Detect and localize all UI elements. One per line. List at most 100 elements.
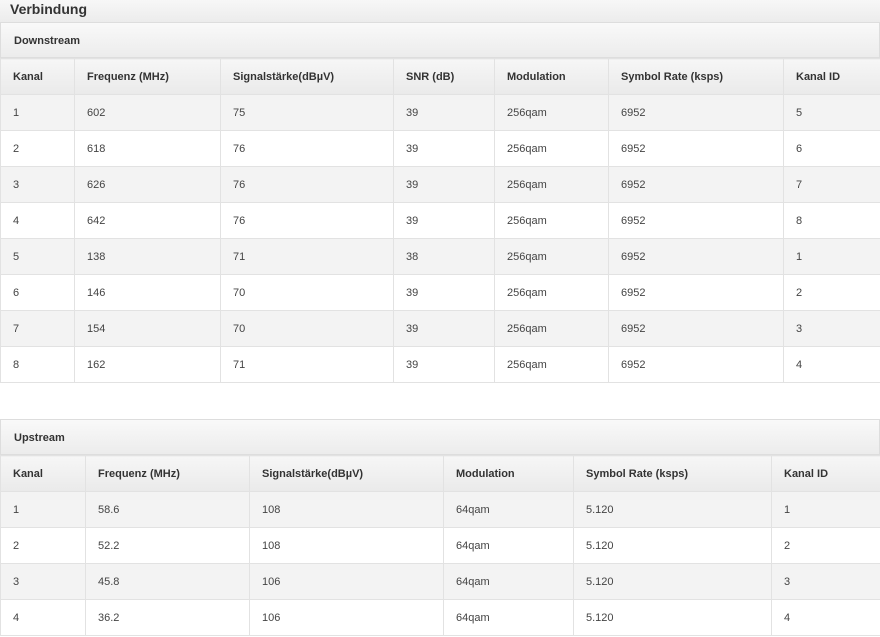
table-cell: 162 <box>74 346 221 383</box>
column-header: Frequenz (MHz) <box>74 58 221 95</box>
table-cell: 5.120 <box>573 527 772 564</box>
upstream-section: Upstream Kanal Frequenz (MHz) Signalstär… <box>0 419 880 636</box>
table-row: 5 138 71 38 256qam 6952 1 <box>0 238 880 275</box>
table-cell: 7 <box>783 166 880 203</box>
table-cell: 1 <box>783 238 880 275</box>
table-cell: 3 <box>783 310 880 347</box>
table-cell: 6952 <box>608 202 784 239</box>
table-cell: 5.120 <box>573 563 772 600</box>
table-cell: 602 <box>74 94 221 131</box>
table-cell: 5 <box>783 94 880 131</box>
column-header: Symbol Rate (ksps) <box>573 455 772 492</box>
table-cell: 39 <box>393 202 495 239</box>
column-header: Frequenz (MHz) <box>85 455 250 492</box>
table-cell: 6 <box>783 130 880 167</box>
table-cell: 138 <box>74 238 221 275</box>
table-cell: 106 <box>249 599 444 636</box>
table-cell: 256qam <box>494 166 609 203</box>
table-row: 2 618 76 39 256qam 6952 6 <box>0 130 880 167</box>
table-cell: 4 <box>0 202 75 239</box>
table-cell: 64qam <box>443 491 574 528</box>
column-header: Modulation <box>443 455 574 492</box>
table-cell: 642 <box>74 202 221 239</box>
table-cell: 64qam <box>443 527 574 564</box>
table-cell: 106 <box>249 563 444 600</box>
table-cell: 154 <box>74 310 221 347</box>
table-cell: 3 <box>771 563 880 600</box>
table-cell: 75 <box>220 94 394 131</box>
upstream-section-title: Upstream <box>0 419 880 455</box>
page-title: Verbindung <box>10 1 87 17</box>
table-cell: 256qam <box>494 346 609 383</box>
table-cell: 7 <box>0 310 75 347</box>
table-row: 3 45.8 106 64qam 5.120 3 <box>0 563 880 600</box>
table-cell: 6 <box>0 274 75 311</box>
table-cell: 6952 <box>608 310 784 347</box>
upstream-table: Kanal Frequenz (MHz) Signalstärke(dBµV) … <box>0 455 880 636</box>
column-header: Kanal <box>0 455 86 492</box>
table-cell: 8 <box>0 346 75 383</box>
table-cell: 58.6 <box>85 491 250 528</box>
column-header: Modulation <box>494 58 609 95</box>
column-header: Symbol Rate (ksps) <box>608 58 784 95</box>
table-cell: 2 <box>0 130 75 167</box>
table-cell: 108 <box>249 491 444 528</box>
table-cell: 76 <box>220 130 394 167</box>
table-cell: 6952 <box>608 130 784 167</box>
downstream-table: Kanal Frequenz (MHz) Signalstärke(dBµV) … <box>0 58 880 383</box>
table-row: 1 602 75 39 256qam 6952 5 <box>0 94 880 131</box>
table-cell: 39 <box>393 166 495 203</box>
table-cell: 256qam <box>494 130 609 167</box>
table-cell: 39 <box>393 346 495 383</box>
table-cell: 256qam <box>494 274 609 311</box>
column-header: Signalstärke(dBµV) <box>220 58 394 95</box>
column-header: Kanal ID <box>783 58 880 95</box>
downstream-section: Downstream Kanal Frequenz (MHz) Signalst… <box>0 22 880 383</box>
table-cell: 3 <box>0 563 86 600</box>
table-cell: 6952 <box>608 94 784 131</box>
table-cell: 39 <box>393 310 495 347</box>
table-cell: 76 <box>220 202 394 239</box>
table-cell: 4 <box>771 599 880 636</box>
table-cell: 5 <box>0 238 75 275</box>
table-row: 7 154 70 39 256qam 6952 3 <box>0 310 880 347</box>
column-header: SNR (dB) <box>393 58 495 95</box>
table-cell: 8 <box>783 202 880 239</box>
table-cell: 5.120 <box>573 599 772 636</box>
table-cell: 2 <box>0 527 86 564</box>
table-row: 2 52.2 108 64qam 5.120 2 <box>0 527 880 564</box>
table-row: 4 642 76 39 256qam 6952 8 <box>0 202 880 239</box>
table-cell: 146 <box>74 274 221 311</box>
table-cell: 2 <box>783 274 880 311</box>
upstream-header-row: Kanal Frequenz (MHz) Signalstärke(dBµV) … <box>0 455 880 492</box>
table-cell: 70 <box>220 310 394 347</box>
table-cell: 52.2 <box>85 527 250 564</box>
table-cell: 39 <box>393 130 495 167</box>
table-cell: 6952 <box>608 238 784 275</box>
table-cell: 626 <box>74 166 221 203</box>
column-header: Kanal ID <box>771 455 880 492</box>
table-cell: 39 <box>393 94 495 131</box>
page-header: Verbindung <box>0 0 880 23</box>
table-cell: 256qam <box>494 310 609 347</box>
table-cell: 1 <box>0 94 75 131</box>
table-row: 4 36.2 106 64qam 5.120 4 <box>0 599 880 636</box>
table-row: 3 626 76 39 256qam 6952 7 <box>0 166 880 203</box>
table-cell: 1 <box>771 491 880 528</box>
column-header: Signalstärke(dBµV) <box>249 455 444 492</box>
table-cell: 6952 <box>608 346 784 383</box>
table-cell: 71 <box>220 346 394 383</box>
table-cell: 4 <box>783 346 880 383</box>
table-cell: 64qam <box>443 599 574 636</box>
table-cell: 71 <box>220 238 394 275</box>
table-cell: 108 <box>249 527 444 564</box>
table-cell: 45.8 <box>85 563 250 600</box>
table-row: 1 58.6 108 64qam 5.120 1 <box>0 491 880 528</box>
table-cell: 256qam <box>494 94 609 131</box>
table-cell: 5.120 <box>573 491 772 528</box>
table-cell: 6952 <box>608 274 784 311</box>
table-cell: 6952 <box>608 166 784 203</box>
table-cell: 4 <box>0 599 86 636</box>
table-cell: 70 <box>220 274 394 311</box>
table-row: 6 146 70 39 256qam 6952 2 <box>0 274 880 311</box>
